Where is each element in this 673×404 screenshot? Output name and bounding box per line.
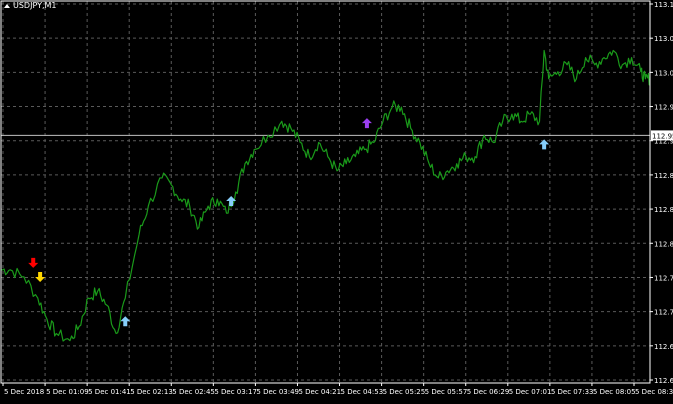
y-tick-label: 113.10 bbox=[654, 1, 673, 9]
x-tick-label: 5 Dec 08:37 bbox=[635, 388, 673, 396]
y-tick-label: 113.01 bbox=[654, 69, 673, 77]
y-tick-label: 112.80 bbox=[654, 240, 673, 248]
y-tick-label: 112.74 bbox=[654, 274, 673, 282]
y-tick-label: 112.65 bbox=[654, 343, 673, 351]
x-tick-label: 5 Dec 04:21 bbox=[298, 388, 341, 396]
x-tick-label: 5 Dec 2018 bbox=[4, 388, 44, 396]
chart-canvas[interactable]: 113.10113.04113.01112.96112.92112.89112.… bbox=[0, 0, 673, 400]
y-tick-label: 112.89 bbox=[654, 172, 673, 180]
x-tick-label: 5 Dec 06:29 bbox=[467, 388, 510, 396]
symbol-timeframe-label: USDJPY,M1 bbox=[13, 1, 57, 10]
x-tick-label: 5 Dec 07:33 bbox=[551, 388, 594, 396]
x-tick-label: 5 Dec 05:57 bbox=[425, 388, 468, 396]
x-tick-label: 5 Dec 02:45 bbox=[172, 388, 215, 396]
x-tick-label: 5 Dec 04:53 bbox=[341, 388, 384, 396]
chart-background bbox=[0, 0, 673, 400]
x-tick-label: 5 Dec 03:49 bbox=[256, 388, 299, 396]
y-tick-label: 112.96 bbox=[654, 104, 673, 112]
y-tick-label: 113.04 bbox=[654, 35, 673, 43]
x-tick-label: 5 Dec 02:13 bbox=[130, 388, 173, 396]
current-price-label: 112.95 bbox=[652, 132, 673, 140]
chart-title: USDJPY,M1 bbox=[4, 1, 57, 10]
y-tick-label: 112.83 bbox=[654, 206, 673, 214]
x-tick-label: 5 Dec 03:17 bbox=[214, 388, 257, 396]
x-tick-label: 5 Dec 07:01 bbox=[509, 388, 552, 396]
y-tick-label: 112.71 bbox=[654, 309, 673, 317]
y-tick-label: 112.62 bbox=[654, 377, 673, 385]
current-price-tag: 112.95 bbox=[651, 130, 673, 141]
x-tick-label: 5 Dec 05:25 bbox=[383, 388, 426, 396]
x-tick-label: 5 Dec 08:05 bbox=[593, 388, 636, 396]
price-chart[interactable]: 113.10113.04113.01112.96112.92112.89112.… bbox=[0, 0, 673, 400]
x-tick-label: 5 Dec 01:41 bbox=[88, 388, 131, 396]
symbol-triangle-icon bbox=[4, 3, 10, 9]
x-tick-label: 5 Dec 01:09 bbox=[46, 388, 89, 396]
